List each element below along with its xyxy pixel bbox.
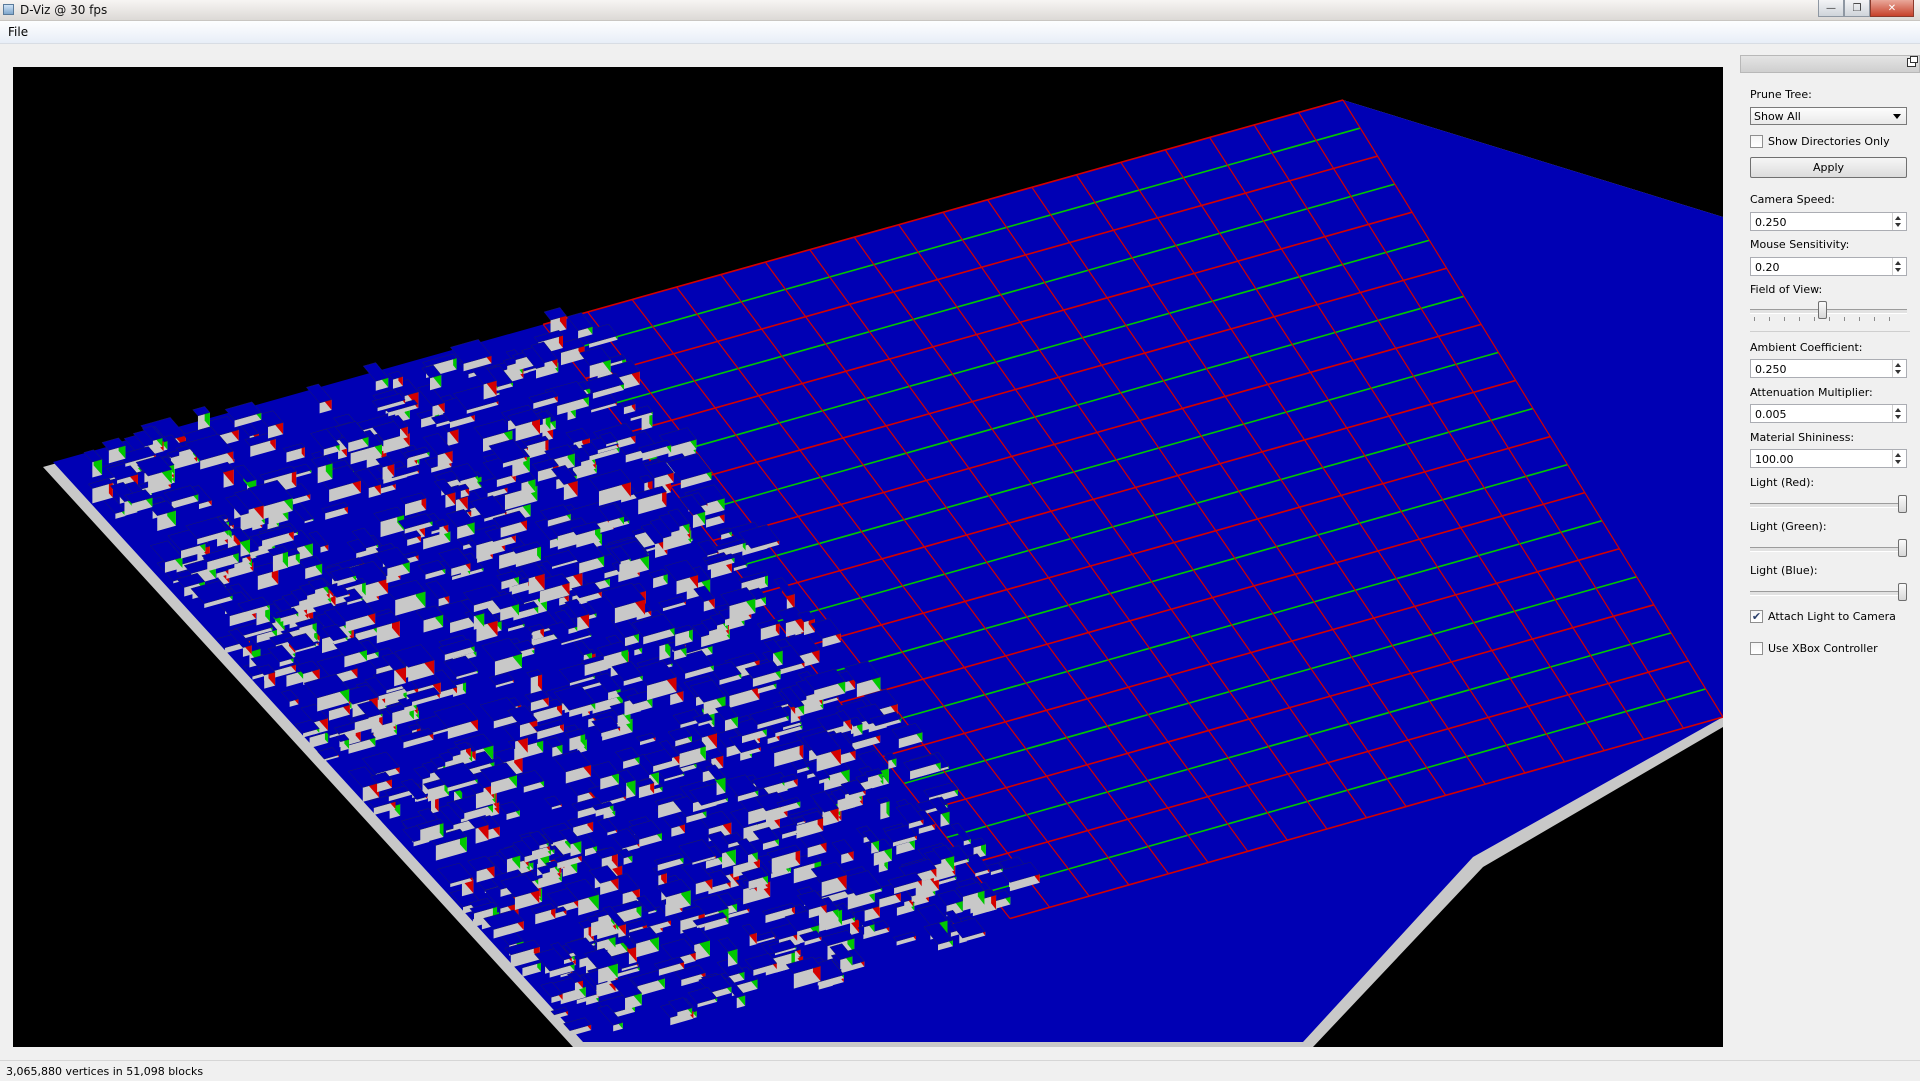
maximize-button[interactable]: ❐ bbox=[1844, 0, 1870, 17]
fov-ticks bbox=[1754, 317, 1903, 321]
app-icon bbox=[3, 4, 14, 15]
light-blue-label: Light (Blue): bbox=[1750, 564, 1818, 577]
light-green-groove bbox=[1750, 547, 1907, 552]
xbox-controller-label: Use XBox Controller bbox=[1768, 642, 1878, 655]
fov-groove bbox=[1750, 309, 1907, 314]
fov-slider[interactable] bbox=[1750, 301, 1907, 321]
restore-icon: ❐ bbox=[1852, 2, 1862, 14]
show-dirs-only-label: Show Directories Only bbox=[1768, 135, 1890, 148]
light-red-handle[interactable] bbox=[1898, 495, 1907, 513]
light-green-handle[interactable] bbox=[1898, 539, 1907, 557]
arrow-down-icon bbox=[1895, 415, 1901, 419]
attenuation-stepper[interactable] bbox=[1892, 405, 1906, 422]
menu-bar: File bbox=[0, 21, 1920, 44]
light-green-label: Light (Green): bbox=[1750, 520, 1827, 533]
treemap-viewport[interactable] bbox=[13, 67, 1723, 1047]
minimize-icon: — bbox=[1826, 2, 1836, 14]
shininess-label: Material Shininess: bbox=[1750, 431, 1855, 444]
menu-file[interactable]: File bbox=[8, 25, 28, 39]
apply-button[interactable]: Apply bbox=[1750, 157, 1907, 178]
prune-tree-value: Show All bbox=[1754, 110, 1801, 123]
settings-dock: Prune Tree: Show All Show Directories On… bbox=[1740, 55, 1920, 1060]
float-icon[interactable] bbox=[1907, 56, 1918, 67]
ambient-label: Ambient Coefficient: bbox=[1750, 341, 1863, 354]
prune-tree-select[interactable]: Show All bbox=[1750, 107, 1907, 125]
camera-speed-label: Camera Speed: bbox=[1750, 193, 1835, 206]
attach-light-checkbox[interactable]: ✔ bbox=[1750, 610, 1763, 623]
camera-speed-spinbox[interactable]: 0.250 bbox=[1750, 212, 1907, 231]
chevron-down-icon bbox=[1893, 114, 1901, 119]
status-bar: 3,065,880 vertices in 51,098 blocks bbox=[0, 1060, 1920, 1081]
camera-speed-stepper[interactable] bbox=[1892, 213, 1906, 230]
xbox-controller-checkbox[interactable] bbox=[1750, 642, 1763, 655]
light-blue-slider[interactable] bbox=[1750, 583, 1907, 603]
arrow-up-icon bbox=[1895, 408, 1901, 412]
light-red-slider[interactable] bbox=[1750, 495, 1907, 515]
arrow-up-icon bbox=[1895, 453, 1901, 457]
divider bbox=[1750, 331, 1910, 332]
fov-label: Field of View: bbox=[1750, 283, 1823, 296]
close-icon: ✕ bbox=[1887, 2, 1897, 14]
attenuation-spinbox[interactable]: 0.005 bbox=[1750, 404, 1907, 423]
minimize-button[interactable]: — bbox=[1818, 0, 1844, 17]
shininess-spinbox[interactable]: 100.00 bbox=[1750, 449, 1907, 468]
shininess-value: 100.00 bbox=[1755, 453, 1794, 466]
status-text: 3,065,880 vertices in 51,098 blocks bbox=[6, 1065, 204, 1078]
attenuation-value: 0.005 bbox=[1755, 408, 1787, 421]
dock-title-bar bbox=[1740, 55, 1920, 73]
arrow-up-icon bbox=[1895, 363, 1901, 367]
light-red-label: Light (Red): bbox=[1750, 476, 1815, 489]
light-blue-handle[interactable] bbox=[1898, 583, 1907, 601]
arrow-down-icon bbox=[1895, 460, 1901, 464]
ambient-value: 0.250 bbox=[1755, 363, 1787, 376]
arrow-down-icon bbox=[1895, 370, 1901, 374]
light-red-groove bbox=[1750, 503, 1907, 508]
attach-light-label: Attach Light to Camera bbox=[1768, 610, 1896, 623]
prune-tree-label: Prune Tree: bbox=[1750, 88, 1812, 101]
mouse-sensitivity-label: Mouse Sensitivity: bbox=[1750, 238, 1850, 251]
light-blue-groove bbox=[1750, 591, 1907, 596]
close-button[interactable]: ✕ bbox=[1870, 0, 1914, 17]
arrow-down-icon bbox=[1895, 268, 1901, 272]
arrow-up-icon bbox=[1895, 261, 1901, 265]
window-controls: — ❐ ✕ bbox=[1818, 0, 1914, 17]
fov-handle[interactable] bbox=[1817, 301, 1827, 319]
light-green-slider[interactable] bbox=[1750, 539, 1907, 559]
ambient-spinbox[interactable]: 0.250 bbox=[1750, 359, 1907, 378]
attenuation-label: Attenuation Multiplier: bbox=[1750, 386, 1873, 399]
mouse-sensitivity-stepper[interactable] bbox=[1892, 258, 1906, 275]
shininess-stepper[interactable] bbox=[1892, 450, 1906, 467]
ambient-stepper[interactable] bbox=[1892, 360, 1906, 377]
title-bar: D-Viz @ 30 fps — ❐ ✕ bbox=[0, 0, 1920, 21]
window-title: D-Viz @ 30 fps bbox=[20, 3, 108, 17]
mouse-sensitivity-spinbox[interactable]: 0.20 bbox=[1750, 257, 1907, 276]
treemap-scene bbox=[43, 99, 1723, 1047]
arrow-up-icon bbox=[1895, 216, 1901, 220]
mouse-sensitivity-value: 0.20 bbox=[1755, 261, 1780, 274]
show-dirs-only-checkbox[interactable] bbox=[1750, 135, 1763, 148]
arrow-down-icon bbox=[1895, 223, 1901, 227]
camera-speed-value: 0.250 bbox=[1755, 216, 1787, 229]
